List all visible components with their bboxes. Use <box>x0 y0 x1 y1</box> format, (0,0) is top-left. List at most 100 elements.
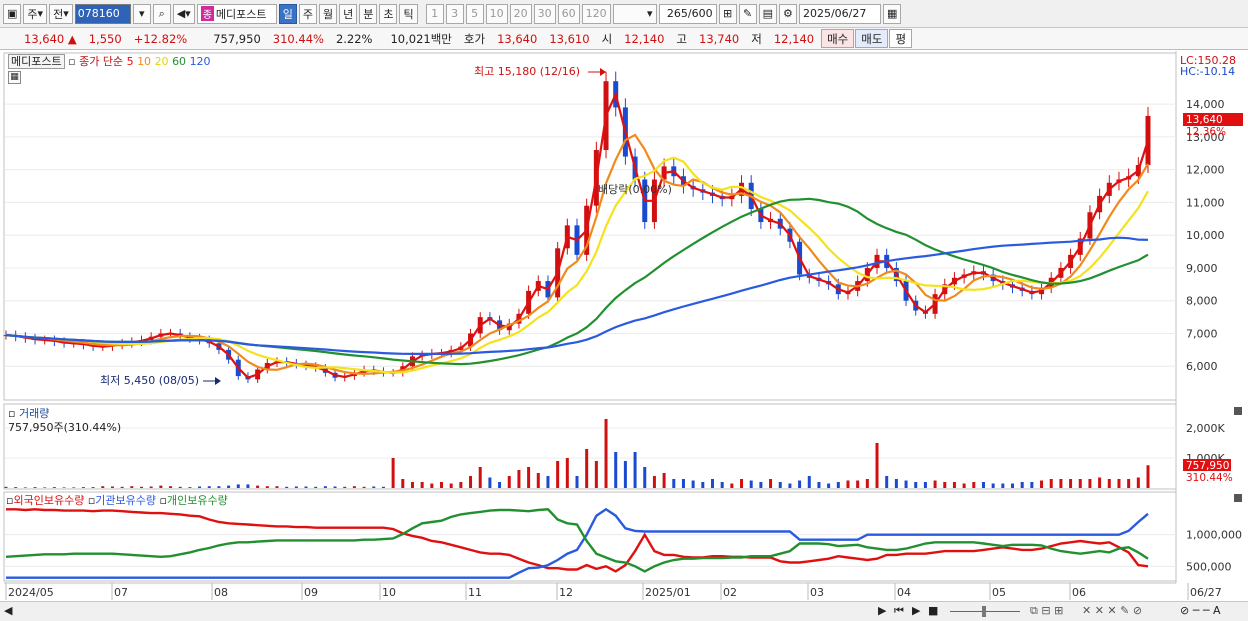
volume-subtitle: 757,950주(310.44%) <box>8 421 122 434</box>
volume-bar <box>865 479 869 488</box>
crosshair-icons[interactable]: ✕ ✕ ✕ ✎ ⊘ <box>1082 604 1142 617</box>
volume-close-icon[interactable] <box>1234 407 1242 415</box>
volume-bar <box>536 473 540 488</box>
indiv-legend[interactable]: 개인보유수량 <box>167 494 228 507</box>
high-value: 13,740 <box>699 31 740 46</box>
quote-bar: 13,640 ▲ 1,550 +12.82% 757,950 310.44% 2… <box>0 28 1248 50</box>
inst-legend[interactable]: 기관보유수량 <box>95 494 156 507</box>
volume-bar <box>749 480 753 488</box>
volume-bar <box>594 461 598 488</box>
volume-bar <box>72 487 76 488</box>
code-dropdown-icon[interactable]: ▾ <box>132 3 151 24</box>
zoom-slider-handle[interactable] <box>982 606 986 617</box>
minute-10[interactable]: 10 <box>485 3 508 24</box>
count-box[interactable]: 265/600 <box>658 3 717 24</box>
price-tick-label: 9,000 <box>1186 262 1218 275</box>
period-year[interactable]: 년 <box>339 3 358 24</box>
play-icon[interactable]: ▶ <box>912 604 920 617</box>
volume-bar <box>952 482 956 488</box>
date-field[interactable]: 2025/06/27 <box>798 3 881 24</box>
volume-bar <box>1011 483 1015 488</box>
chart-tools-icon[interactable]: ⊞ <box>718 3 737 24</box>
ma-120-label[interactable]: 120 <box>190 55 211 68</box>
minute-1[interactable]: 1 <box>425 3 444 24</box>
ma-10-label[interactable]: 10 <box>137 55 151 68</box>
volume-bar <box>1127 479 1131 488</box>
speaker-icon[interactable]: ◀▾ <box>172 3 195 24</box>
minute-3[interactable]: 3 <box>445 3 464 24</box>
stock-legend-button[interactable]: 메디포스트 <box>8 54 65 69</box>
period-day[interactable]: 일 <box>278 3 297 24</box>
volume-bar <box>614 452 618 488</box>
volume-bar <box>652 476 656 488</box>
x-tick-label: 02 <box>723 586 737 599</box>
ma-title[interactable]: 종가 단순 <box>79 55 123 68</box>
volume-bar <box>314 486 318 488</box>
minute-20[interactable]: 20 <box>509 3 532 24</box>
x-tick-label: 09 <box>304 586 318 599</box>
minute-custom-select[interactable]: ▾ <box>612 3 657 24</box>
minute-30[interactable]: 30 <box>533 3 556 24</box>
save-icon[interactable]: ▤ <box>758 3 777 24</box>
period-minute[interactable]: 분 <box>359 3 378 24</box>
grid-toggle-icon[interactable]: ▦ <box>8 71 21 84</box>
period-tick[interactable]: 틱 <box>399 3 418 24</box>
buy-button[interactable]: 매수 <box>821 29 855 48</box>
chart-window-icon[interactable]: ▣ <box>3 3 22 24</box>
period-month[interactable]: 월 <box>318 3 338 24</box>
scroll-right-icon[interactable]: ▶ <box>878 604 886 617</box>
volume-bar <box>1020 482 1024 488</box>
market-select[interactable]: 주 ▾ <box>23 3 48 24</box>
prev-button[interactable]: 전 ▾ <box>49 3 73 24</box>
volume-bar <box>972 482 976 488</box>
low-value: 12,140 <box>773 31 815 46</box>
ma-20-label[interactable]: 20 <box>155 55 169 68</box>
up-arrow-icon: ▲ <box>67 31 77 46</box>
minute-120[interactable]: 120 <box>581 3 611 24</box>
foreign-legend[interactable]: 외국인보유수량 <box>13 494 84 507</box>
minute-5[interactable]: 5 <box>465 3 484 24</box>
volume-bar <box>449 483 453 488</box>
x-tick-label: 05 <box>992 586 1006 599</box>
stock-name-box[interactable]: 종 메디포스트 <box>196 3 277 24</box>
ma-5-label[interactable]: 5 <box>127 55 134 68</box>
calendar-icon[interactable]: ▦ <box>882 3 902 24</box>
price-tick-label: 8,000 <box>1186 295 1218 308</box>
scroll-start-icon[interactable]: ⏮ <box>894 604 904 618</box>
stock-code-input[interactable]: 078160 <box>74 3 131 24</box>
volume-bar <box>478 467 482 488</box>
volume-bar <box>362 486 366 488</box>
stop-icon[interactable]: ■ <box>928 604 938 617</box>
period-second[interactable]: 초 <box>379 3 398 24</box>
zoom-controls[interactable]: ⊘ ─ ─ A <box>1180 604 1220 617</box>
sell-button[interactable]: 매도 <box>855 29 889 48</box>
volume-bar <box>914 482 918 488</box>
volume-bar <box>217 486 221 488</box>
gear-icon[interactable]: ⚙ <box>778 3 797 24</box>
search-icon[interactable]: ⌕ <box>152 3 171 24</box>
period-week[interactable]: 주 <box>298 3 317 24</box>
layout-icons[interactable]: ⧉ ⊟ ⊞ <box>1030 604 1063 618</box>
eval-button[interactable]: 평 <box>889 29 913 48</box>
ask-label: 호가 <box>463 31 486 46</box>
volume-bar <box>875 443 879 488</box>
volume-bar <box>1049 479 1053 488</box>
low-annotation: 최저 5,450 (08/05) <box>100 374 199 387</box>
price-tick-label: 10,000 <box>1186 229 1225 242</box>
scroll-left-icon[interactable]: ◀ <box>4 604 12 617</box>
draw-icon[interactable]: ✎ <box>738 3 757 24</box>
horizontal-scrollbar[interactable]: ◀ ▶ ⏮ ▶ ■ ⧉ ⊟ ⊞ ✕ ✕ ✕ ✎ ⊘ ⊘ ─ ─ A <box>0 601 1248 621</box>
x-tick-label: 08 <box>214 586 228 599</box>
volume-bar <box>265 486 269 488</box>
volume-bar <box>740 479 744 488</box>
chart-svg[interactable]: 6,000 7,000 8,000 9,000 10,000 11,000 12,000 13… <box>0 51 1248 601</box>
holdings-tick-label: 500,000 <box>1186 560 1232 573</box>
holdings-close-icon[interactable] <box>1234 494 1242 502</box>
volume-bar <box>691 480 695 488</box>
volume-bar <box>43 487 47 488</box>
chart-area[interactable]: 6,000 7,000 8,000 9,000 10,000 11,000 12,000 13… <box>0 51 1248 601</box>
minute-60[interactable]: 60 <box>557 3 580 24</box>
volume-bar <box>352 486 356 488</box>
volume-bar <box>169 486 173 488</box>
ma-60-label[interactable]: 60 <box>172 55 186 68</box>
